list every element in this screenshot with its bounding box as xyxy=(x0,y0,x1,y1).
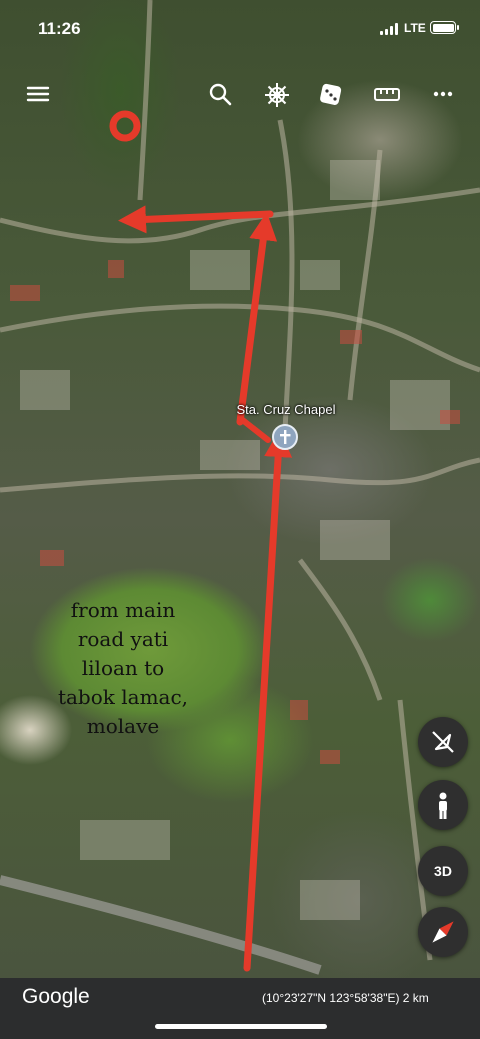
search-icon[interactable] xyxy=(206,80,236,110)
circle-marker-icon xyxy=(109,110,141,142)
arrow-up-branch-icon xyxy=(236,212,278,426)
satellite-map[interactable]: Sta. Cruz Chapel from main road yati lil… xyxy=(0,0,480,1039)
measure-ruler-icon[interactable] xyxy=(372,80,402,110)
route-note-line: molave xyxy=(86,714,160,738)
place-label[interactable]: Sta. Cruz Chapel xyxy=(200,402,372,417)
compass-icon[interactable] xyxy=(418,907,468,957)
route-note-line: tabok lamac, xyxy=(57,685,189,709)
status-time: 11:26 xyxy=(38,19,81,38)
menu-icon[interactable] xyxy=(24,80,54,110)
route-note-line: from main xyxy=(70,598,176,622)
google-logo: Google xyxy=(22,985,90,1008)
route-note-line: liloan to xyxy=(81,656,165,680)
battery-icon xyxy=(430,21,459,34)
3d-toggle-button[interactable]: 3D xyxy=(418,846,468,896)
route-note: from main road yati liloan to tabok lama… xyxy=(28,596,218,741)
arrow-left-icon xyxy=(118,205,274,234)
network-type: LTE xyxy=(404,21,426,35)
chapel-pin-icon[interactable] xyxy=(272,424,298,450)
signal-bars-icon xyxy=(380,23,400,35)
arrow-to-chapel-icon xyxy=(237,415,271,443)
arrow-up-main-icon xyxy=(243,429,293,972)
coordinates-readout: (10°23'27"N 123°58'38"E) 2 km xyxy=(262,991,429,1005)
no-tilt-icon[interactable] xyxy=(418,717,468,767)
route-annotations xyxy=(109,110,293,972)
home-indicator[interactable] xyxy=(155,1024,327,1029)
more-icon[interactable] xyxy=(428,80,458,110)
route-note-line: road yati xyxy=(77,627,169,651)
pegman-icon[interactable] xyxy=(418,780,468,830)
random-dice-icon[interactable] xyxy=(316,80,346,110)
voyager-helm-icon[interactable] xyxy=(262,80,292,110)
